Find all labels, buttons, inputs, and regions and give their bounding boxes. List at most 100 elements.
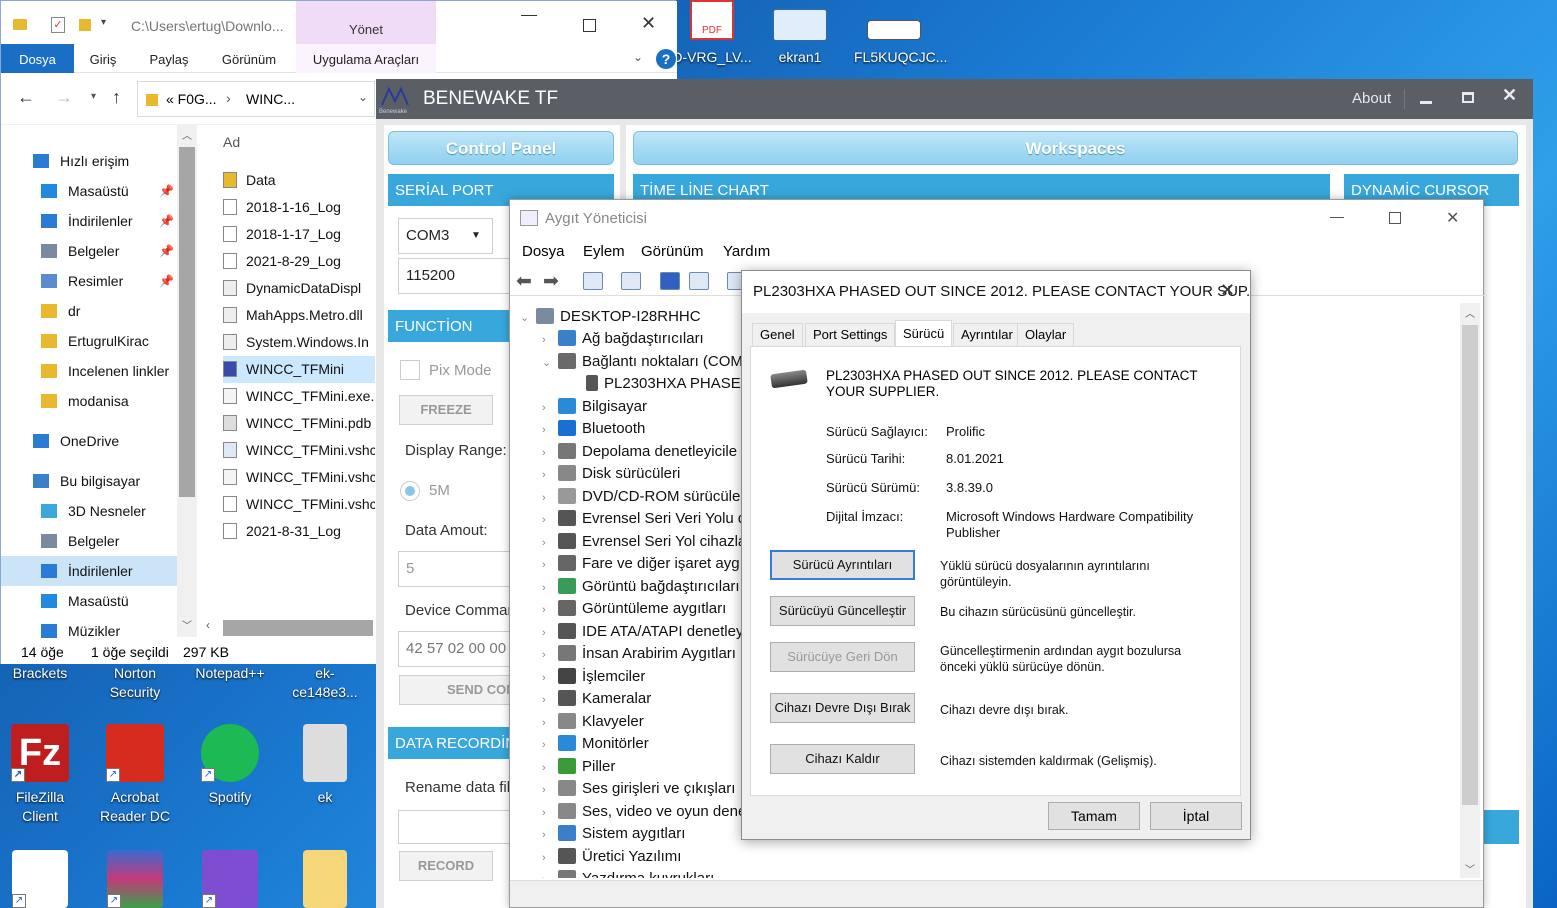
desktop-icon-visual-studio[interactable]: ↗ [190,850,270,908]
tree-root[interactable]: ⌄ DESKTOP-I28RHHC [520,306,701,328]
device-tree-item[interactable]: › Yazdırma kuyrukları [542,868,714,878]
update-driver-button[interactable]: Sürücüyü Güncelleştir [770,596,915,626]
desktop-icon-acrobat[interactable]: ↗ Acrobat Reader DC [95,724,175,826]
tab-genel[interactable]: Genel [752,323,803,346]
device-tree-item[interactable]: › Üretici Yazılımı [542,846,681,868]
file-list-item[interactable]: 2018-1-16_Log [223,194,375,221]
nav-item[interactable]: modanisa [1,386,177,416]
back-icon[interactable]: ⬅ [516,270,532,293]
disable-device-button[interactable]: Cihazı Devre Dışı Bırak [770,693,915,723]
device-tree-item[interactable]: › Klavyeler [542,711,644,733]
desktop-icon-fl5k[interactable]: FL5KUQCJC... [854,0,947,67]
nav-item[interactable]: Bu bilgisayar [1,466,177,496]
forward-icon[interactable]: ➡ [543,270,559,293]
file-list-item[interactable]: WINCC_TFMini.pdb [223,410,375,437]
tab-giris[interactable]: Giriş [74,44,132,73]
minimize-button[interactable] [1420,101,1432,104]
chevron-right-icon[interactable]: › [542,824,558,846]
breadcrumb-2[interactable]: WINC... [246,91,295,107]
desktop-icon-ek[interactable]: ek [285,724,365,807]
tab-port-settings[interactable]: Port Settings [805,323,896,346]
tab-dosya[interactable]: Dosya [1,44,74,73]
ribbon-expand-icon[interactable]: ⌄ [633,50,643,64]
file-list-item[interactable]: 2021-8-29_Log [223,248,375,275]
chevron-right-icon[interactable]: › [542,712,558,734]
menu-yardim[interactable]: Yardım [723,243,770,260]
device-tree-item[interactable]: › İnsan Arabirim Aygıtları [542,643,736,665]
hscroll-thumb[interactable] [223,620,373,636]
device-tree-item[interactable]: › Bilgisayar [542,396,647,418]
file-list-item[interactable]: DynamicDataDispl [223,275,375,302]
pin-icon[interactable]: 📌 [159,206,174,236]
menu-dosya[interactable]: Dosya [522,243,565,260]
tab-surucu[interactable]: Sürücü [895,320,953,347]
chevron-right-icon[interactable]: › [542,757,558,779]
ok-button[interactable]: Tamam [1048,802,1140,830]
baud-rate-field[interactable]: 115200 [398,258,513,294]
range-5m-radio[interactable] [400,481,420,501]
devmgr-vscrollbar[interactable]: ︿ ﹀ [1460,303,1480,878]
desktop-icon-filezilla[interactable]: Fz ↗ FileZilla Client [0,724,80,826]
chevron-right-icon[interactable]: › [542,577,558,599]
maximize-button[interactable] [1389,212,1401,224]
maximize-button[interactable] [1462,92,1474,103]
desktop-icon-unity[interactable]: ↗ [0,850,80,908]
file-list-item[interactable]: Data [223,167,375,194]
file-list-item[interactable]: 2021-8-31_Log [223,518,375,545]
file-list-item[interactable]: MahApps.Metro.dll [223,302,375,329]
chevron-right-icon[interactable]: › [542,554,558,576]
device-tree-item[interactable]: › Kameralar [542,688,651,710]
tab-ayrintilar[interactable]: Ayrıntılar [953,323,1021,346]
up-icon[interactable]: ↑ [112,87,121,108]
nav-item[interactable]: dr [1,296,177,326]
data-amount-field[interactable]: 5 [398,551,518,587]
device-tree-item[interactable]: › Ses, video ve oyun dene [542,801,742,823]
scroll-down-icon[interactable]: ﹀ [1465,861,1475,876]
new-folder-icon[interactable] [79,19,91,31]
freeze-button[interactable]: FREEZE [399,395,493,425]
chevron-right-icon[interactable]: › [542,622,558,644]
chevron-right-icon[interactable]: › [542,599,558,621]
recent-chevron-icon[interactable]: ▾ [91,91,96,102]
quick-access-chevron-icon[interactable]: ▾ [101,17,106,28]
pin-icon[interactable]: 📌 [159,176,174,206]
desktop-icon-ekran1[interactable]: ekran1 [760,0,840,67]
menu-gorunum[interactable]: Görünüm [641,243,704,260]
tab-olaylar[interactable]: Olaylar [1017,323,1075,346]
device-tree-item[interactable]: › Monitörler [542,733,649,755]
nav-item[interactable]: Resimler 📌 [1,266,177,296]
chevron-right-icon[interactable]: › [542,532,558,554]
device-tree-item[interactable]: ⌄ Bağlantı noktaları (COM [542,351,742,373]
com-port-select[interactable]: COM3 ▼ [398,218,493,254]
desktop-icon-brackets[interactable]: Brackets [0,664,80,683]
device-tree-item[interactable]: › Piller [542,756,615,778]
scroll-up-icon[interactable]: ︿ [182,127,192,142]
device-tree-item[interactable]: › IDE ATA/ATAPI denetleyi [542,621,742,643]
uninstall-device-button[interactable]: Cihazı Kaldır [770,744,915,774]
device-tree-item[interactable]: › Evrensel Seri Yol cihazla [542,531,742,553]
help-icon[interactable]: ? [656,49,676,69]
nav-item[interactable]: Masaüstü 📌 [1,176,177,206]
device-tree-item[interactable]: › Fare ve diğer işaret aygı [542,553,742,575]
properties-icon[interactable] [621,272,641,290]
nav-item[interactable]: Incelenen linkler [1,356,177,386]
chevron-right-icon[interactable]: › [542,847,558,869]
file-list-item[interactable]: WINCC_TFMini.exe. [223,383,375,410]
file-list-item[interactable]: WINCC_TFMini [223,356,375,383]
scroll-thumb[interactable] [1462,325,1478,805]
hscroll-left-icon[interactable]: ‹ [206,618,210,632]
about-button[interactable]: About [1352,84,1391,114]
pix-mode-checkbox[interactable] [400,360,420,380]
desktop-icon-spotify[interactable]: ↗ Spotify [190,724,270,807]
file-list-item[interactable]: 2018-1-17_Log [223,221,375,248]
device-tree-item[interactable]: › Depolama denetleyicile [542,441,737,463]
nav-item[interactable]: Belgeler [1,526,177,556]
forward-icon[interactable]: → [55,87,73,108]
chevron-down-icon[interactable]: ⌄ [542,352,558,374]
nav-scrollbar[interactable]: ︿ ﹀ [177,125,197,637]
device-tree-item[interactable]: › Bluetooth [542,418,645,440]
chevron-right-icon[interactable]: › [542,419,558,441]
desktop-icon-notepadpp[interactable]: Notepad++ [190,664,270,683]
breadcrumb-1[interactable]: « F0G... [166,91,217,107]
help-icon[interactable] [660,272,680,290]
